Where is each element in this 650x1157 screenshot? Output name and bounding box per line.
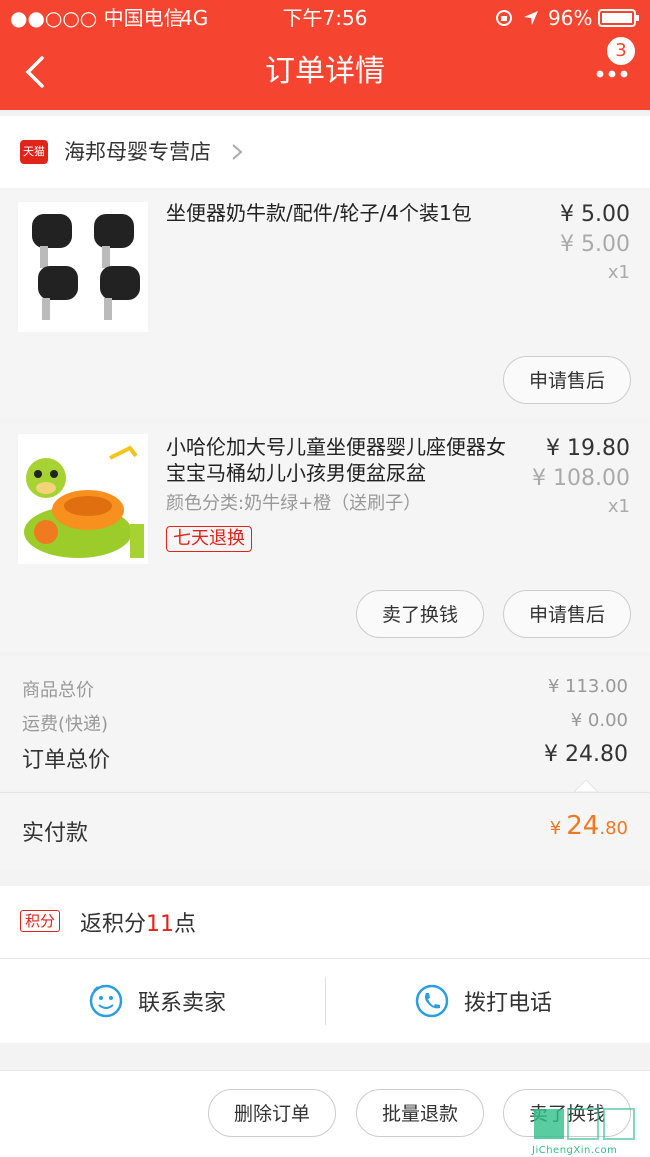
store-name: 海邦母婴专营店 [64,140,211,164]
points-text: 返积分11点 [80,906,196,938]
points-text-before: 返积分 [80,912,147,937]
caret-up-icon [574,780,598,792]
goods-total-label: 商品总价 [22,680,94,701]
seven-day-return-badge: 七天退换 [166,526,252,552]
shipping-value: ¥ 0.00 [570,710,628,731]
call-label: 拨打电话 [464,991,553,1016]
chat-face-icon [89,984,123,1018]
product-thumbnail[interactable] [18,434,148,564]
phone-icon [415,984,449,1018]
contact-seller-button[interactable]: 联系卖家 [0,959,325,1043]
product-original-price: ¥ 5.00 [560,232,630,257]
paid-decimal: .80 [599,818,628,839]
paid-currency: ¥ [549,818,562,839]
paid-amount: ¥ 24.80 [550,811,628,841]
location-icon [522,8,540,32]
product-original-price: ¥ 108.00 [532,466,630,491]
product-quantity: x1 [607,496,630,517]
paid-row: 实付款 ¥ 24.80 [0,792,650,869]
product-price: ¥ 5.00 [560,202,630,227]
delete-order-button[interactable]: 删除订单 [208,1089,336,1137]
price-summary: 商品总价 ¥ 113.00 运费(快递) ¥ 0.00 订单总价 ¥ 24.80 [0,656,650,792]
battery-percent: 96% [548,6,593,30]
tmall-logo: 天猫 [20,140,48,164]
bottom-action-bar: 删除订单 批量退款 卖了换钱 JiChengXin.com [0,1070,650,1157]
wheels-product-image [32,214,140,320]
product-quantity: x1 [607,262,630,283]
notification-badge: 3 [606,36,636,66]
nav-header: ●●○○○ 中国电信 4G 下午7:56 96% 订单详情 3 [0,0,650,110]
product-sku: 颜色分类:奶牛绿+橙（送刷子） [166,493,422,514]
orientation-lock-icon [494,8,514,33]
batch-refund-button[interactable]: 批量退款 [356,1089,484,1137]
paid-label: 实付款 [22,821,89,846]
order-item[interactable]: 小哈伦加大号儿童坐便器婴儿座便器女宝宝马桶幼儿小孩男便盆尿盆 ¥ 19.80 ¥… [0,424,650,652]
order-total-value: ¥ 24.80 [544,742,628,767]
call-button[interactable]: 拨打电话 [326,959,650,1043]
resell-button[interactable]: 卖了换钱 [356,590,484,638]
product-name: 小哈伦加大号儿童坐便器婴儿座便器女宝宝马桶幼儿小孩男便盆尿盆 [166,435,506,485]
watermark-text: JiChengXin.com [532,1145,618,1156]
order-total-label: 订单总价 [22,748,111,773]
chevron-right-icon [232,144,243,160]
shipping-label: 运费(快递) [22,714,109,735]
goods-total-value: ¥ 113.00 [547,676,628,697]
paid-integer: 24 [566,811,600,841]
points-tag: 积分 [20,910,61,932]
contact-seller-label: 联系卖家 [138,991,227,1016]
watermark: JiChengXin.com [532,1107,644,1156]
contact-bar: 联系卖家 拨打电话 [0,958,650,1043]
potty-product-image [24,445,144,558]
watermark-logo [534,1108,635,1140]
after-sales-button[interactable]: 申请售后 [503,356,631,404]
store-row[interactable]: 天猫 海邦母婴专营店 [0,116,650,188]
page-title: 订单详情 [265,54,385,89]
points-text-after: 点 [174,912,197,937]
points-row: 积分 返积分11点 [0,886,650,958]
after-sales-button[interactable]: 申请售后 [503,590,631,638]
battery-icon [598,8,640,33]
product-thumbnail[interactable] [18,202,148,332]
product-price: ¥ 19.80 [546,436,630,461]
product-name: 坐便器奶牛款/配件/轮子/4个装1包 [166,201,472,225]
order-item[interactable]: 坐便器奶牛款/配件/轮子/4个装1包 ¥ 5.00 ¥ 5.00 x1 申请售后 [0,190,650,418]
points-value: 11 [146,912,175,937]
